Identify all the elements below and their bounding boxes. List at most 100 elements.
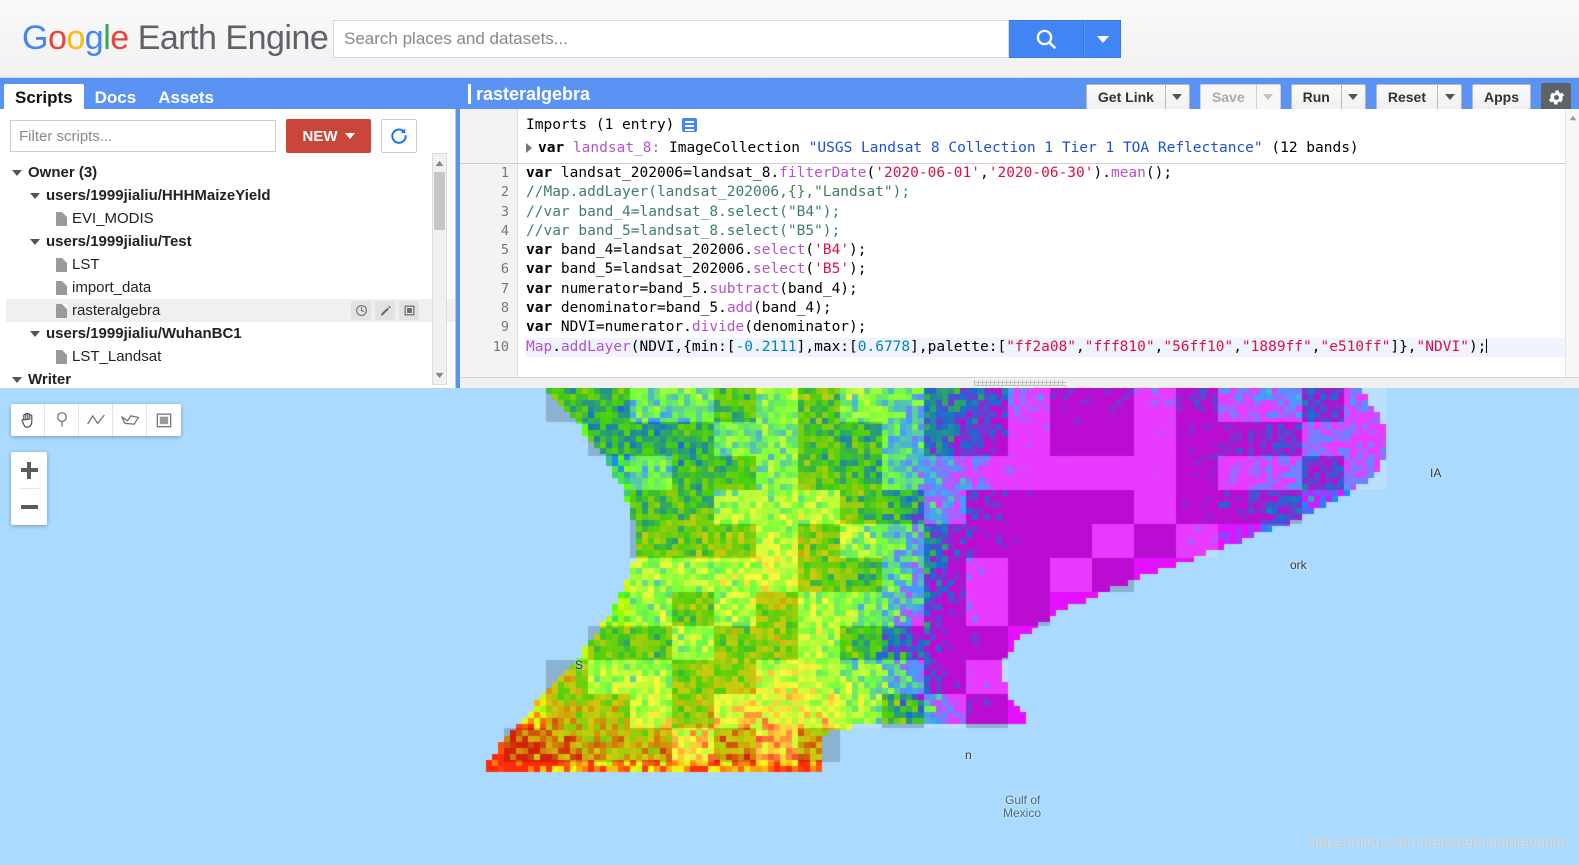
reset-dropdown[interactable] <box>1438 84 1462 110</box>
editor-scrollbar[interactable] <box>1565 109 1579 388</box>
chevron-down-icon[interactable] <box>30 330 40 337</box>
chevron-down-icon[interactable] <box>12 169 22 176</box>
code-line-7[interactable]: var numerator=band_5.subtract(band_4); <box>526 280 1579 299</box>
zoom-in-button[interactable] <box>11 452 47 488</box>
code-area[interactable]: 1 2 3 4 5 6 7 8 9 10 var landsat_202006=… <box>460 164 1579 392</box>
imports-gutter <box>460 109 518 163</box>
code-line-10[interactable]: Map.addLayer(NDVI,{min:[-0.2111],max:[0.… <box>526 337 1579 357</box>
filter-scripts-input[interactable] <box>10 120 276 152</box>
polygon-tool-button[interactable] <box>113 404 147 436</box>
copy-icon[interactable] <box>399 301 419 320</box>
edit-icon[interactable] <box>375 301 395 320</box>
tab-assets[interactable]: Assets <box>147 84 225 109</box>
tree-file-lst[interactable]: LST <box>6 253 455 276</box>
scripts-toolbar: NEW <box>0 109 455 161</box>
history-icon[interactable] <box>351 301 371 320</box>
line-number: 3 <box>500 203 509 220</box>
save-dropdown[interactable] <box>1256 84 1281 110</box>
line-number: 6 <box>500 261 509 278</box>
tree-group-owner[interactable]: Owner (3) <box>6 161 455 184</box>
hand-icon <box>21 412 32 428</box>
tree-file-import-data[interactable]: import_data <box>6 276 455 299</box>
app-header: Google Earth Engine <box>0 0 1579 78</box>
chevron-down-icon <box>1348 94 1359 100</box>
marker-icon <box>56 412 67 427</box>
search-options-dropdown[interactable] <box>1084 20 1121 58</box>
imports-entry[interactable]: var landsat_8: ImageCollection "USGS Lan… <box>460 136 1579 159</box>
import-keyword: var <box>538 139 565 156</box>
ndvi-raster-layer <box>0 388 1579 865</box>
code-line-4[interactable]: //var band_5=landsat_8.select("B5"); <box>526 222 1579 241</box>
apps-button[interactable]: Apps <box>1472 84 1531 110</box>
scripts-panel-body: NEW Owner (3) users/1999jialiu/HHHMaizeY… <box>0 109 456 388</box>
code-line-9[interactable]: var NDVI=numerator.divide(denominator); <box>526 318 1579 337</box>
chevron-down-icon[interactable] <box>30 238 40 245</box>
new-script-button[interactable]: NEW <box>286 119 371 153</box>
settings-button[interactable] <box>1541 83 1571 111</box>
code-lines[interactable]: var landsat_202006=landsat_8.filterDate(… <box>460 164 1579 357</box>
run-dropdown[interactable] <box>1341 84 1366 110</box>
line-number: 8 <box>500 300 509 317</box>
editor-toolbar: Get Link Save Run Reset Apps <box>1085 83 1571 111</box>
tree-label: users/1999jialiu/Test <box>46 233 192 250</box>
imports-icon[interactable] <box>682 117 698 132</box>
tree-file-rasteralgebra[interactable]: rasteralgebra <box>6 299 455 322</box>
reset-button[interactable]: Reset <box>1375 84 1438 110</box>
import-var-name: landsat_8: <box>572 139 661 156</box>
tree-folder-wuhanbc1[interactable]: users/1999jialiu/WuhanBC1 <box>6 322 455 345</box>
panel-tabs: Scripts Docs Assets <box>4 83 225 109</box>
run-group: Run <box>1290 84 1366 110</box>
scripts-tree: Owner (3) users/1999jialiu/HHHMaizeYield… <box>0 161 455 391</box>
map-view[interactable]: IA ork S n Gulf of Mexico https://blog.c… <box>0 388 1579 865</box>
search-input[interactable] <box>333 20 1009 58</box>
hand-tool-button[interactable] <box>11 404 45 436</box>
tab-docs[interactable]: Docs <box>84 84 148 109</box>
product-name: Earth Engine <box>137 19 329 57</box>
line-number: 9 <box>500 319 509 336</box>
scroll-down-icon[interactable] <box>433 367 446 383</box>
line-tool-button[interactable] <box>79 404 113 436</box>
code-line-8[interactable]: var denominator=band_5.add(band_4); <box>526 299 1579 318</box>
imports-section: Imports (1 entry) var landsat_8: ImageCo… <box>460 109 1579 164</box>
scroll-up-icon[interactable] <box>433 155 446 171</box>
tree-file-lst-landsat[interactable]: LST_Landsat <box>6 345 455 368</box>
left-panel: Scripts Docs Assets NEW Owner (3) <box>0 78 456 388</box>
scroll-up-icon[interactable] <box>1567 111 1579 124</box>
code-line-2[interactable]: //Map.addLayer(landsat_202006,{},"Landsa… <box>526 183 1579 202</box>
line-number: 1 <box>500 165 509 181</box>
chevron-down-icon <box>1172 94 1183 100</box>
line-number: 2 <box>500 184 509 201</box>
editor-map-splitter[interactable] <box>460 377 1579 388</box>
chevron-down-icon[interactable] <box>12 376 22 383</box>
tree-label: rasteralgebra <box>72 302 161 319</box>
plus-icon <box>20 461 38 479</box>
save-button[interactable]: Save <box>1199 84 1257 110</box>
tree-file-evi-modis[interactable]: EVI_MODIS <box>6 207 455 230</box>
get-link-button[interactable]: Get Link <box>1085 84 1166 110</box>
chevron-down-icon[interactable] <box>30 192 40 199</box>
zoom-out-button[interactable] <box>11 489 47 525</box>
code-line-1[interactable]: var landsat_202006=landsat_8.filterDate(… <box>526 164 1579 183</box>
tree-folder-test[interactable]: users/1999jialiu/Test <box>6 230 455 253</box>
code-line-5[interactable]: var band_4=landsat_202006.select('B4'); <box>526 241 1579 260</box>
chevron-right-icon[interactable] <box>526 142 532 153</box>
scrollbar-thumb[interactable] <box>434 172 445 230</box>
rectangle-tool-button[interactable] <box>147 404 181 436</box>
run-button[interactable]: Run <box>1290 84 1342 110</box>
get-link-dropdown[interactable] <box>1165 84 1190 110</box>
code-line-6[interactable]: var band_5=landsat_202006.select('B5'); <box>526 260 1579 279</box>
save-group: Save <box>1199 84 1281 110</box>
code-line-3[interactable]: //var band_4=landsat_8.select("B4"); <box>526 203 1579 222</box>
tree-label: LST <box>72 256 100 273</box>
tree-label: Owner (3) <box>28 164 98 181</box>
tree-folder-hhhmaizeyield[interactable]: users/1999jialiu/HHHMaizeYield <box>6 184 455 207</box>
search-button[interactable] <box>1009 20 1084 58</box>
map-zoom-controls <box>11 452 47 525</box>
editor-script-title: rasteralgebra <box>468 84 590 104</box>
imports-header: Imports (1 entry) <box>460 113 1579 136</box>
tree-label: users/1999jialiu/HHHMaizeYield <box>46 187 271 204</box>
refresh-button[interactable] <box>381 119 417 153</box>
tab-scripts[interactable]: Scripts <box>4 84 84 109</box>
scripts-scrollbar[interactable] <box>432 153 447 385</box>
marker-tool-button[interactable] <box>45 404 79 436</box>
